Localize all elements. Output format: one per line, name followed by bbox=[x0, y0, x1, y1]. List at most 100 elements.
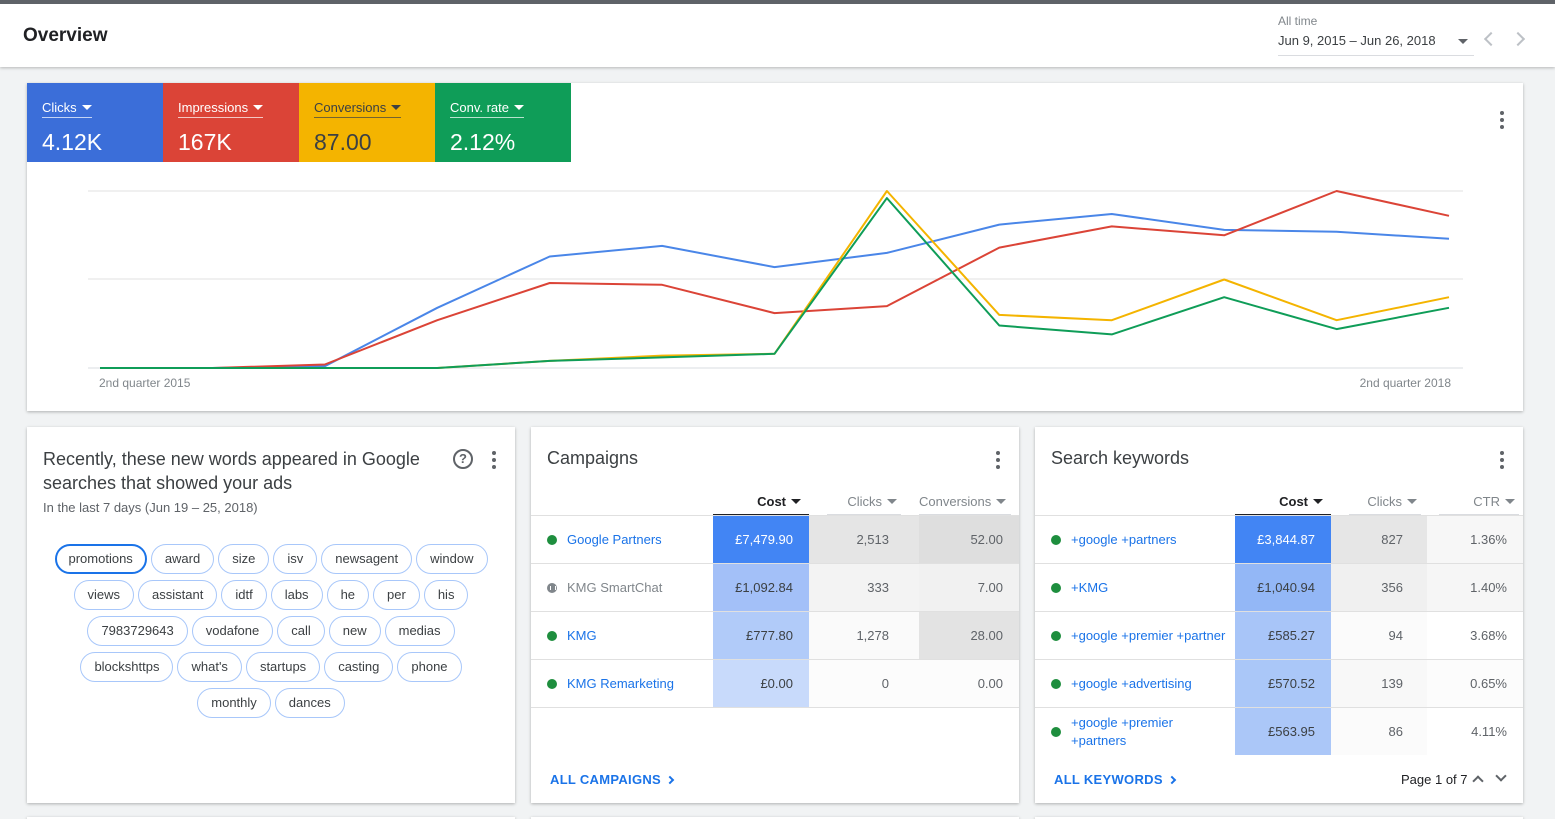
word-chip[interactable]: blockshttps bbox=[80, 652, 174, 682]
table-row[interactable]: +google +advertising £570.52 139 0.65% bbox=[1035, 659, 1523, 707]
performance-chart-card: Clicks 4.12K Impressions 167K Conversion… bbox=[27, 83, 1523, 411]
series-line-conv-rate bbox=[100, 197, 1450, 369]
column-header-cost[interactable]: Cost bbox=[1235, 489, 1331, 515]
column-header-clicks[interactable]: Clicks bbox=[1349, 489, 1421, 515]
word-chip[interactable]: startups bbox=[245, 652, 321, 682]
clicks-cell: 356 bbox=[1331, 564, 1427, 611]
sort-arrow-icon bbox=[1505, 499, 1515, 504]
table-row[interactable]: +KMG £1,040.94 356 1.40% bbox=[1035, 563, 1523, 611]
all-keywords-link[interactable]: ALL KEYWORDS bbox=[1054, 772, 1177, 787]
more-options-icon[interactable] bbox=[996, 451, 1000, 469]
keyword-name[interactable]: +google +premier +partner bbox=[1051, 612, 1231, 659]
campaigns-title: Campaigns bbox=[547, 448, 639, 468]
cost-cell: £563.95 bbox=[1235, 708, 1331, 755]
word-chip[interactable]: newsagent bbox=[321, 544, 413, 574]
chevron-down-icon[interactable] bbox=[1495, 770, 1507, 782]
word-chip[interactable]: what's bbox=[177, 652, 242, 682]
table-row[interactable]: KMG Remarketing £0.00 0 0.00 bbox=[531, 659, 1019, 707]
word-chip[interactable]: he bbox=[326, 580, 370, 610]
word-chip[interactable]: views bbox=[73, 580, 135, 610]
column-header-cost[interactable]: Cost bbox=[713, 489, 809, 515]
clicks-cell: 0 bbox=[809, 660, 919, 707]
sort-arrow-icon bbox=[996, 499, 1007, 504]
chevron-up-icon[interactable] bbox=[1472, 775, 1484, 787]
table-row[interactable]: KMG SmartChat £1,092.84 333 7.00 bbox=[531, 563, 1019, 611]
active-status-icon bbox=[547, 678, 557, 689]
column-header-conversions[interactable]: Conversions bbox=[919, 489, 1011, 515]
table-row[interactable]: +google +premier +partners £563.95 86 4.11% bbox=[1035, 707, 1523, 755]
campaign-name[interactable]: KMG bbox=[547, 612, 597, 659]
search-keywords-title: Search keywords bbox=[1051, 448, 1190, 468]
ctr-cell: 1.36% bbox=[1427, 516, 1523, 563]
chevron-right-icon[interactable] bbox=[1510, 31, 1526, 47]
word-chip-list: promotions award size isv newsagent window vie… bbox=[43, 541, 499, 721]
chevron-right-icon bbox=[1167, 775, 1177, 785]
word-chip[interactable]: assistant bbox=[138, 580, 218, 610]
table-row[interactable]: KMG £777.80 1,278 28.00 bbox=[531, 611, 1019, 659]
column-header-clicks[interactable]: Clicks bbox=[827, 489, 901, 515]
sort-arrow-icon bbox=[1313, 499, 1323, 504]
cost-cell: £1,092.84 bbox=[713, 564, 809, 611]
cost-cell: £0.00 bbox=[713, 660, 809, 707]
word-chip[interactable]: isv bbox=[273, 544, 318, 574]
keyword-name[interactable]: +google +advertising bbox=[1051, 660, 1231, 707]
top-bar: Overview All time Jun 9, 2015 – Jun 26, … bbox=[0, 0, 1555, 67]
word-chip[interactable]: his bbox=[423, 580, 469, 610]
word-chip[interactable]: vodafone bbox=[191, 616, 274, 646]
series-line-clicks bbox=[100, 213, 1450, 369]
cost-cell: £777.80 bbox=[713, 612, 809, 659]
cost-cell: £3,844.87 bbox=[1235, 516, 1331, 563]
conversions-cell: 7.00 bbox=[919, 564, 1019, 611]
word-chip[interactable]: window bbox=[416, 544, 488, 574]
all-campaigns-link[interactable]: ALL CAMPAIGNS bbox=[550, 772, 675, 787]
x-tick-label: 2nd quarter 2015 bbox=[99, 376, 191, 390]
word-chip[interactable]: dances bbox=[274, 688, 345, 718]
help-icon[interactable]: ? bbox=[453, 449, 473, 469]
active-status-icon bbox=[1051, 726, 1061, 737]
cost-cell: £7,479.90 bbox=[713, 516, 809, 563]
clicks-cell: 139 bbox=[1331, 660, 1427, 707]
page-title: Overview bbox=[23, 25, 108, 46]
word-chip[interactable]: phone bbox=[397, 652, 462, 682]
table-row[interactable]: Google Partners £7,479.90 2,513 52.00 bbox=[531, 515, 1019, 563]
date-range-selector[interactable]: All time Jun 9, 2015 – Jun 26, 2018 bbox=[1278, 14, 1474, 56]
word-chip[interactable]: 7983729643 bbox=[87, 616, 188, 646]
active-status-icon bbox=[1051, 582, 1061, 593]
keyword-name[interactable]: +KMG bbox=[1051, 564, 1231, 611]
table-end-divider bbox=[531, 707, 1019, 708]
keyword-name[interactable]: +google +premier +partners bbox=[1051, 708, 1231, 755]
word-chip[interactable]: idtf bbox=[221, 580, 267, 610]
word-chip[interactable]: casting bbox=[324, 652, 394, 682]
word-chip[interactable]: size bbox=[218, 544, 270, 574]
word-chip[interactable]: medias bbox=[384, 616, 455, 646]
table-row[interactable]: +google +partners £3,844.87 827 1.36% bbox=[1035, 515, 1523, 563]
campaign-name[interactable]: KMG SmartChat bbox=[547, 564, 662, 611]
date-range-label: All time bbox=[1278, 14, 1318, 28]
word-chip[interactable]: award bbox=[150, 544, 215, 574]
keyword-name[interactable]: +google +partners bbox=[1051, 516, 1231, 563]
clicks-cell: 94 bbox=[1331, 612, 1427, 659]
active-status-icon bbox=[547, 534, 557, 545]
more-options-icon[interactable] bbox=[1500, 451, 1504, 469]
table-row[interactable]: +google +premier +partner £585.27 94 3.68% bbox=[1035, 611, 1523, 659]
word-chip[interactable]: promotions bbox=[54, 544, 147, 574]
word-chip[interactable]: monthly bbox=[197, 688, 271, 718]
active-status-icon bbox=[1051, 630, 1061, 641]
column-header-ctr[interactable]: CTR bbox=[1439, 489, 1519, 515]
campaign-name[interactable]: Google Partners bbox=[547, 516, 662, 563]
ctr-cell: 3.68% bbox=[1427, 612, 1523, 659]
campaign-name[interactable]: KMG Remarketing bbox=[547, 660, 674, 707]
chevron-right-icon bbox=[665, 775, 675, 785]
ctr-cell: 4.11% bbox=[1427, 708, 1523, 755]
word-chip[interactable]: per bbox=[373, 580, 420, 610]
chevron-down-icon bbox=[1458, 39, 1468, 44]
more-options-icon[interactable] bbox=[492, 451, 496, 469]
cost-cell: £1,040.94 bbox=[1235, 564, 1331, 611]
campaigns-card: Campaigns Cost Clicks Conversions Google… bbox=[531, 427, 1019, 803]
chevron-left-icon[interactable] bbox=[1483, 31, 1499, 47]
word-chip[interactable]: call bbox=[277, 616, 325, 646]
paused-status-icon bbox=[547, 582, 557, 593]
word-chip[interactable]: labs bbox=[270, 580, 323, 610]
word-chip[interactable]: new bbox=[328, 616, 381, 646]
conversions-cell: 0.00 bbox=[919, 660, 1019, 707]
